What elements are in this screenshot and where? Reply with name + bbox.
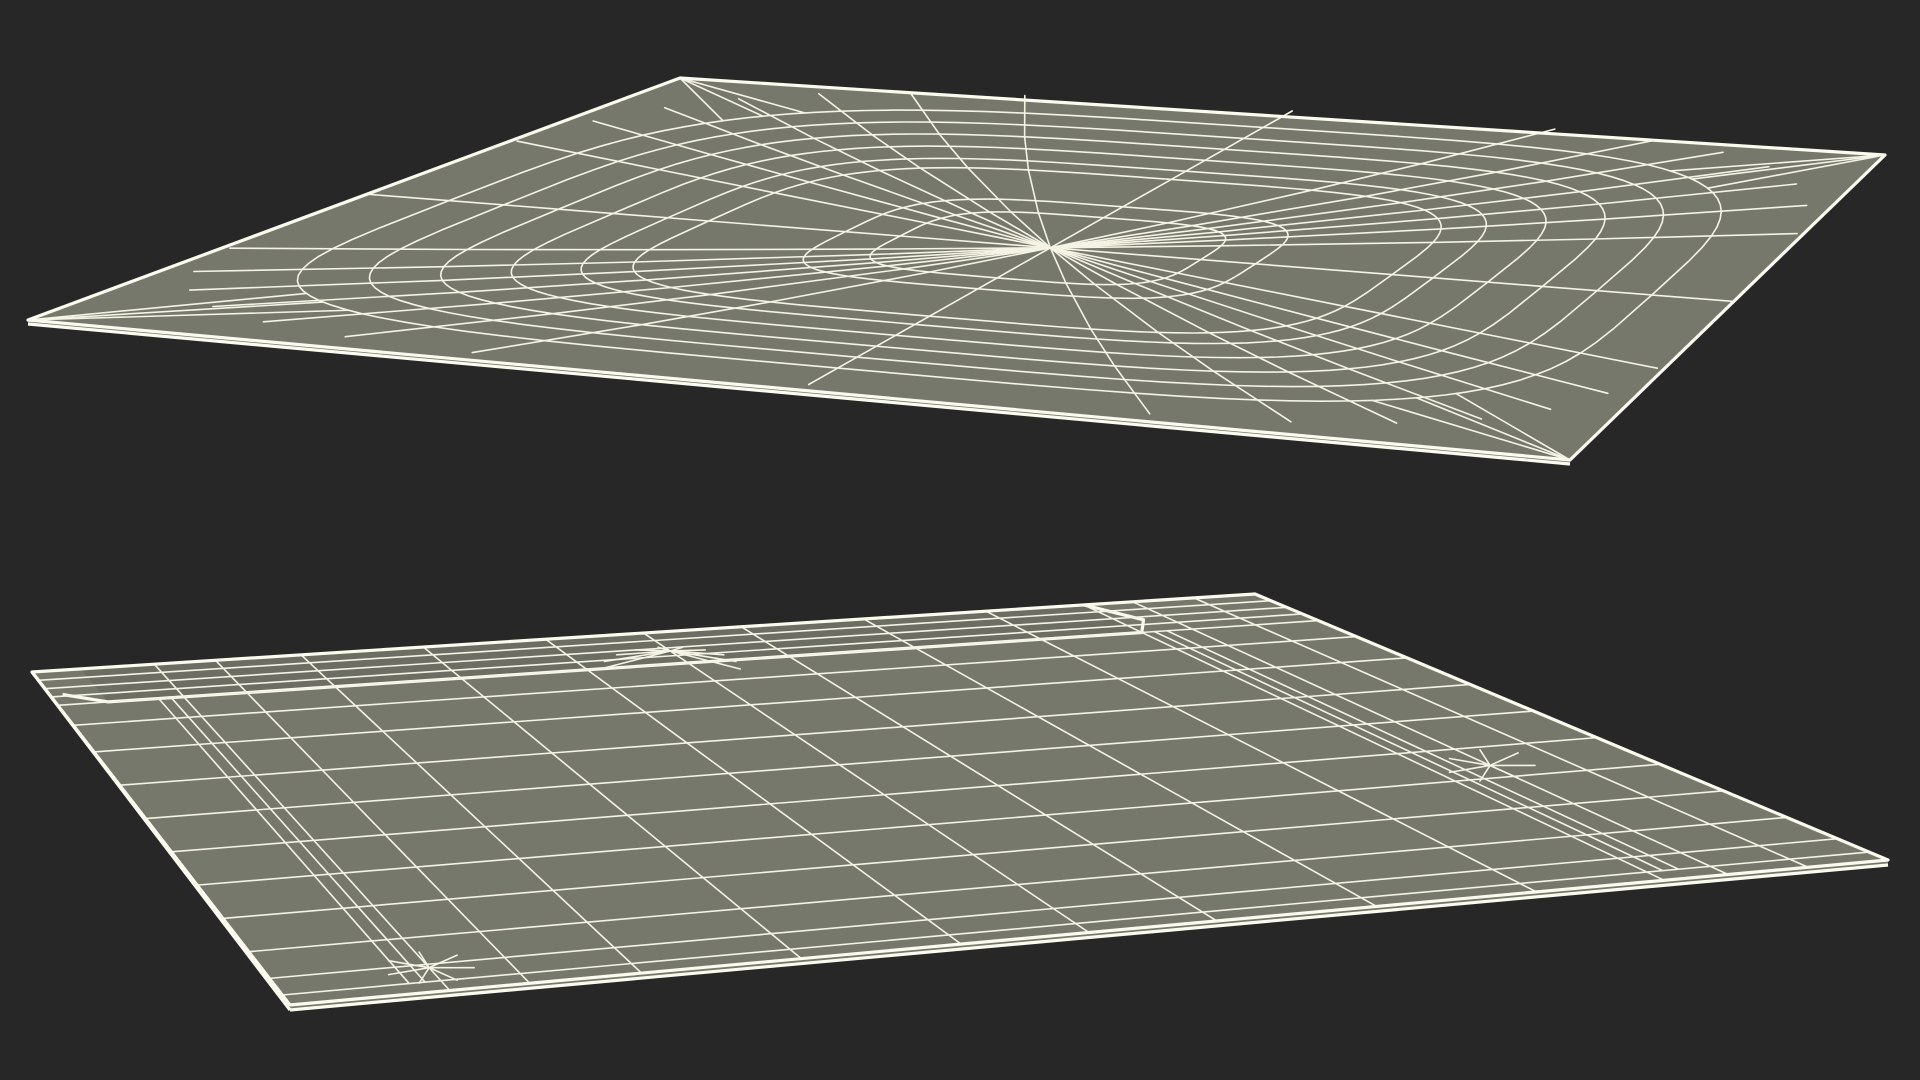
wireframe-viewport xyxy=(0,0,1920,1080)
